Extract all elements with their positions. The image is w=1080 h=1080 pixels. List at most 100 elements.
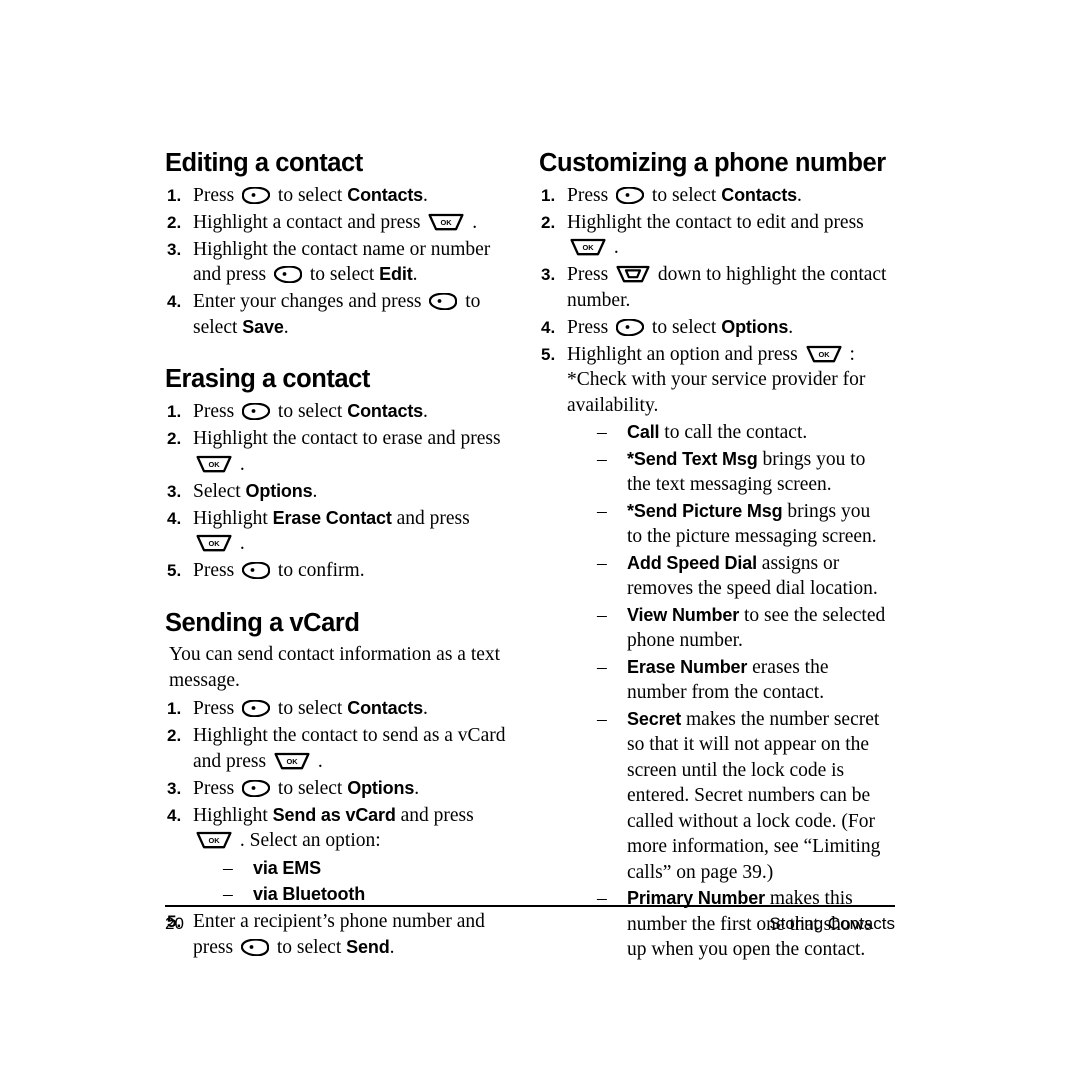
step-item: 2. Highlight the contact to send as a vCa… — [165, 723, 513, 774]
left-softkey-icon — [242, 700, 271, 718]
section: Editing a contact 1. Press to select Conta… — [165, 150, 513, 340]
step-item: 1. Press to select Contacts. — [165, 696, 513, 722]
option-text: Erase Number erases the number from the … — [627, 657, 828, 704]
option-item: – Secret makes the number secret so that … — [595, 707, 887, 886]
step-number: 1. — [541, 185, 556, 205]
page-footer: 20 Storing Contacts — [165, 905, 895, 934]
dash-bullet-icon: – — [223, 884, 233, 906]
option-item: – Call to call the contact. — [595, 420, 887, 446]
step-number: 4. — [167, 805, 182, 825]
option-text: *Send Text Msg brings you to the text me… — [627, 449, 865, 496]
step-number: 5. — [167, 561, 182, 581]
ui-term: Save — [242, 316, 284, 337]
option-list: – Call to call the contact. – *Send Text Ms… — [595, 420, 887, 963]
step-body: Press to select Contacts. — [193, 185, 428, 206]
option-item: – via EMS — [221, 856, 513, 882]
step-text: . — [423, 401, 428, 423]
dash-bullet-icon: – — [223, 857, 233, 879]
step-text: . — [389, 936, 395, 958]
step-body: Highlight the contact to erase and press… — [193, 428, 501, 475]
step-body: Press to select Contacts. — [193, 698, 428, 719]
step-item: 5. Highlight an option and press OK : *Che… — [539, 342, 887, 963]
step-item: 4. Enter your changes and press to select… — [165, 289, 513, 340]
right-softkey-icon — [273, 266, 302, 284]
ok-key-icon: OK — [196, 455, 232, 473]
option-item: – Add Speed Dial assigns or removes the s… — [595, 551, 887, 602]
ui-term: Send — [346, 936, 390, 957]
step-item: 4. Highlight Send as vCard and press OK .… — [165, 803, 513, 908]
left-softkey-icon — [616, 186, 645, 204]
step-number: 2. — [541, 212, 556, 232]
step-text: . — [312, 750, 323, 772]
ui-term: Add Speed Dial — [627, 552, 757, 573]
step-text: to select — [273, 777, 348, 799]
step-text: Enter your changes and press — [193, 291, 427, 313]
step-number: 3. — [167, 778, 182, 798]
step-text: Highlight a contact and press — [193, 211, 426, 233]
section-title: Editing a contact — [165, 149, 363, 177]
running-head: Storing Contacts — [769, 914, 895, 933]
right-softkey-icon — [240, 938, 269, 956]
right-softkey-icon — [242, 562, 271, 580]
step-item: 3. Press to select Options. — [165, 776, 513, 802]
ui-term: Options — [245, 480, 313, 501]
step-list: 1. Press to select Contacts. 2. Highlight t… — [165, 399, 513, 584]
step-number: 3. — [167, 239, 182, 259]
step-text: . — [467, 211, 478, 233]
option-list: – via EMS – via Bluetooth — [221, 856, 513, 908]
step-text: Highlight an option and press — [567, 343, 803, 365]
step-text: . — [283, 316, 289, 338]
option-item: – *Send Picture Msg brings you to the pic… — [595, 499, 887, 550]
step-text: Highlight the contact to send as a vCard… — [193, 725, 506, 772]
step-body: Press to select Contacts. — [193, 401, 428, 422]
dash-bullet-icon: – — [597, 656, 607, 678]
step-body: Select Options. — [193, 481, 317, 502]
svg-text:OK: OK — [582, 243, 594, 252]
step-item: 3. Select Options. — [165, 479, 513, 505]
option-text: via EMS — [253, 858, 321, 879]
step-text: . — [797, 184, 802, 206]
ui-term: *Send Text Msg — [627, 448, 758, 469]
dash-bullet-icon: – — [597, 448, 607, 470]
step-text: Highlight the contact to edit and press — [567, 211, 864, 233]
dash-bullet-icon: – — [597, 422, 607, 444]
step-number: 4. — [167, 508, 182, 528]
step-body: Highlight Erase Contact and press OK . — [193, 508, 470, 555]
step-body: Highlight the contact to edit and press … — [567, 212, 864, 259]
dash-bullet-icon: – — [597, 708, 607, 730]
step-body: Press to confirm. — [193, 560, 365, 581]
svg-text:OK: OK — [818, 350, 830, 359]
step-body: Press to select Contacts. — [567, 185, 802, 206]
step-body: Press to select Options. — [567, 317, 793, 338]
left-softkey-icon — [242, 403, 271, 421]
step-item: 1. Press to select Contacts. — [165, 399, 513, 425]
left-softkey-icon — [242, 186, 271, 204]
step-text: down to highlight the contact number. — [567, 264, 887, 311]
ui-term: *Send Picture Msg — [627, 500, 783, 521]
option-item: – View Number to see the selected phone n… — [595, 603, 887, 654]
right-softkey-icon — [429, 293, 458, 311]
option-item: – Erase Number erases the number from the… — [595, 655, 887, 706]
section: Customizing a phone number 1. Press to sel… — [539, 150, 887, 963]
step-text: Highlight — [193, 804, 273, 826]
ui-term: Erase Number — [627, 656, 748, 677]
step-body: Highlight the contact name or number and… — [193, 239, 490, 286]
step-text: makes the number secret so that it will … — [627, 708, 881, 883]
ok-key-icon: OK — [196, 534, 232, 552]
step-text: . — [312, 480, 318, 502]
two-column-body: Editing a contact 1. Press to select Conta… — [165, 150, 895, 964]
step-text: . — [788, 316, 794, 338]
step-number: 4. — [541, 317, 556, 337]
step-text: . — [235, 453, 245, 475]
option-text: via Bluetooth — [253, 884, 365, 905]
step-text: . — [412, 264, 418, 286]
step-item: 1. Press to select Contacts. — [539, 183, 887, 209]
step-body: Enter your changes and press to select S… — [193, 291, 480, 338]
step-text: Select — [193, 480, 246, 502]
step-item: 3. Highlight the contact name or number a… — [165, 237, 513, 288]
step-item: 2. Highlight a contact and press OK . — [165, 210, 513, 236]
step-body: Highlight the contact to send as a vCard… — [193, 725, 505, 772]
step-text: Press — [567, 264, 614, 286]
step-number: 1. — [167, 402, 182, 422]
step-text: : — [844, 343, 855, 365]
